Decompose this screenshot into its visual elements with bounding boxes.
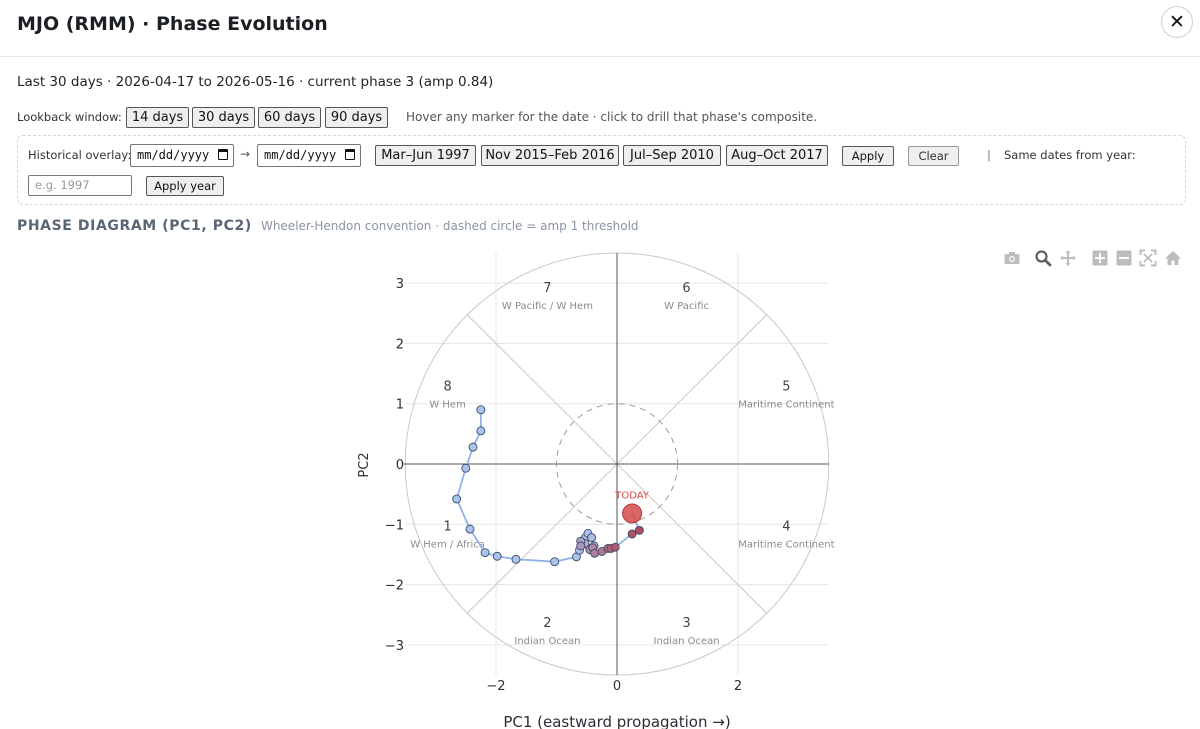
trajectory-marker (480, 548, 490, 558)
y-tick-label: −2 (385, 579, 404, 594)
y-axis-label: PC2 (357, 452, 372, 477)
phase-region-label: W Pacific (664, 301, 709, 312)
trajectory-marker (461, 463, 471, 473)
y-tick-label: 1 (396, 398, 404, 413)
phase-region-label: Indian Ocean (654, 636, 720, 647)
y-tick-label: −1 (385, 518, 404, 533)
y-tick-label: 3 (396, 277, 404, 292)
trajectory-marker (610, 542, 620, 552)
today-label: TODAY (614, 490, 650, 501)
phase-number: 4 (782, 519, 790, 534)
phase-number: 5 (782, 379, 790, 394)
phase-number: 2 (543, 616, 551, 631)
trajectory-marker (465, 524, 475, 534)
phase-region-label: W Pacific / W Hem (502, 301, 593, 312)
today-marker (622, 503, 643, 524)
x-tick-label: 0 (613, 679, 621, 694)
x-tick-label: −2 (486, 679, 505, 694)
phase-number: 7 (543, 281, 551, 296)
y-tick-label: 2 (396, 337, 404, 352)
trajectory-marker (576, 541, 586, 551)
trajectory-marker (452, 494, 462, 504)
y-tick-label: −3 (385, 639, 404, 654)
phase-region-label: W Hem / Africa (410, 539, 485, 550)
trajectory-marker (587, 533, 597, 543)
x-tick-label: 2 (734, 679, 742, 694)
x-axis-label: PC1 (eastward propagation →) (503, 713, 730, 729)
phase-region-label: W Hem (429, 399, 465, 410)
trajectory-marker (468, 442, 478, 452)
phase-diagram-chart: 1 W Hem / Africa 2 Indian Ocean 3 Indian Ocea… (357, 252, 835, 729)
phase-region-label: Maritime Continent (738, 539, 834, 550)
trajectory-marker (550, 557, 560, 567)
axis-ticks: −3 −2 −1 0 1 2 3 −2 0 2 (385, 277, 742, 694)
trajectory-marker (590, 548, 600, 558)
trajectory-marker (627, 529, 637, 539)
phase-region-label: Indian Ocean (514, 636, 580, 647)
phase-number: 3 (682, 616, 690, 631)
y-tick-label: 0 (396, 458, 404, 473)
phase-number: 8 (443, 379, 451, 394)
trajectory-marker (634, 525, 644, 535)
phase-number: 6 (682, 281, 690, 296)
trajectory-marker (511, 554, 521, 564)
phase-number: 1 (443, 519, 451, 534)
trajectory-marker (492, 551, 502, 561)
trajectory-marker (476, 426, 486, 436)
trajectory-marker (476, 405, 486, 415)
phase-region-label: Maritime Continent (738, 399, 834, 410)
